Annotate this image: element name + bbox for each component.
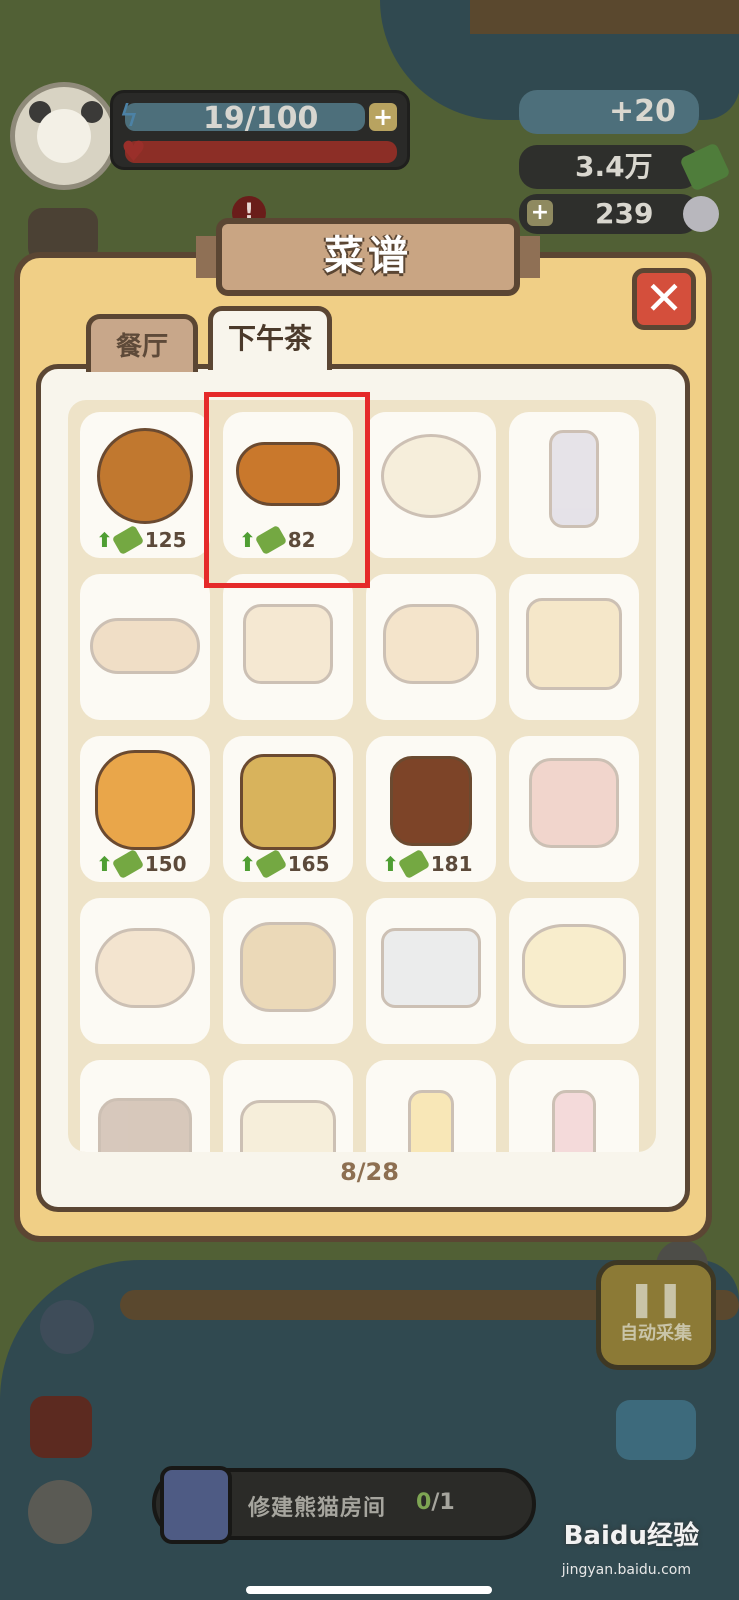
bamboo-icon (397, 848, 431, 880)
task-document-icon (160, 1466, 232, 1544)
recipe-cell[interactable] (509, 898, 639, 1044)
blueberry-cup-icon (381, 928, 481, 1008)
cookie-bag-icon (95, 750, 195, 850)
recipe-cell[interactable] (509, 412, 639, 558)
bamboo-rate-value: +20 (609, 94, 676, 129)
pearl-counter: + 239 (519, 194, 719, 234)
recipe-cell[interactable] (223, 1060, 353, 1152)
close-icon: ✕ (644, 271, 684, 325)
auto-collect-button[interactable]: ❚❚ 自动采集 (596, 1260, 716, 1370)
pancake-stack-icon (243, 604, 333, 684)
add-pearl-button[interactable]: + (527, 200, 553, 226)
recipe-cell[interactable] (223, 574, 353, 720)
add-energy-button[interactable]: + (369, 103, 397, 131)
bamboo-icon (111, 524, 145, 556)
recipe-cell[interactable] (509, 1060, 639, 1152)
recipe-price: ⬆ 150 (96, 848, 187, 880)
recipe-cell[interactable] (509, 574, 639, 720)
bamboo-total-value: 3.4万 (575, 150, 653, 183)
recipe-cell[interactable] (80, 1060, 210, 1152)
dumpling-bun-icon (381, 434, 481, 518)
task-progress: 0/1 (416, 1490, 455, 1515)
whistle-icon[interactable] (616, 1400, 696, 1460)
recipe-price: ⬆ 165 (239, 848, 330, 880)
bamboo-rate-badge: +20 (519, 90, 699, 134)
donut-icon (97, 428, 193, 524)
modal-title: 菜谱 (324, 233, 412, 279)
task-done: 0 (416, 1490, 432, 1515)
energy-value: 19/100 (203, 101, 319, 136)
baidu-watermark: Baidu经验 (563, 1521, 699, 1551)
pearl-value: 239 (595, 197, 654, 230)
paw-icon[interactable] (28, 1480, 92, 1544)
pause-icon: ❚❚ (627, 1279, 685, 1319)
recipe-cell[interactable] (366, 1060, 496, 1152)
pearl-icon (683, 196, 719, 232)
recipe-cell[interactable] (80, 898, 210, 1044)
task-bar[interactable]: 修建熊猫房间 0/1 (152, 1466, 536, 1544)
recipe-price-value: 150 (144, 852, 187, 876)
chocolate-cake-icon (98, 1098, 192, 1152)
tab-afternoon-tea-label: 下午茶 (227, 322, 312, 355)
lemon-cake-icon (522, 924, 626, 1008)
berry-tart-icon (240, 1100, 336, 1152)
bamboo-total-counter: 3.4万 (519, 142, 731, 192)
panda-avatar[interactable] (10, 82, 118, 190)
lightning-icon: ϟ (119, 99, 139, 134)
bamboo-icon (111, 848, 145, 880)
task-label: 修建熊猫房间 (248, 1496, 387, 1521)
tab-restaurant[interactable]: 餐厅 (86, 314, 198, 372)
magnifier-icon[interactable] (40, 1300, 94, 1354)
cherry-chocolate-cake-icon (390, 756, 472, 846)
recipe-cell[interactable] (80, 574, 210, 720)
wrapped-cake-icon (526, 598, 622, 690)
highlight-box (204, 392, 370, 588)
modal-title-plate: 菜谱 (196, 218, 540, 296)
orange-juice-icon (408, 1090, 454, 1152)
recipe-cell[interactable]: ⬆ 150 (80, 736, 210, 882)
home-indicator[interactable] (246, 1586, 492, 1594)
arrow-up-icon: ⬆ (96, 528, 113, 552)
tab-afternoon-tea[interactable]: 下午茶 (208, 306, 332, 370)
page-indicator: 8/28 (340, 1158, 399, 1186)
recipe-cell[interactable]: ⬆ 165 (223, 736, 353, 882)
recipe-cell[interactable]: ⬆ 181 (366, 736, 496, 882)
auto-collect-label: 自动采集 (620, 1323, 692, 1344)
blueberry-pudding-icon (383, 604, 479, 684)
energy-bar: ϟ ♥ 19/100 + (110, 90, 410, 170)
baguette-trio-icon (90, 618, 200, 674)
recipe-cell[interactable] (366, 574, 496, 720)
tab-restaurant-label: 餐厅 (115, 332, 168, 362)
fruit-tart-icon (240, 922, 336, 1012)
recipe-price-value: 125 (144, 528, 187, 552)
heart-icon: ♥ (121, 135, 147, 168)
recipe-price-value: 181 (430, 852, 473, 876)
arrow-up-icon: ⬆ (239, 852, 256, 876)
arrow-up-icon: ⬆ (96, 852, 113, 876)
baidu-watermark-url: jingyan.baidu.com (561, 1562, 691, 1578)
backpack-icon[interactable] (30, 1396, 92, 1458)
task-total: /1 (431, 1490, 455, 1515)
strawberry-roll-icon (95, 928, 195, 1008)
recipe-price-value: 165 (287, 852, 330, 876)
recipe-price: ⬆ 125 (96, 524, 187, 556)
bamboo-icon (254, 848, 288, 880)
cream-cake-icon (529, 758, 619, 848)
recipe-cell[interactable] (366, 412, 496, 558)
recipe-cell[interactable] (223, 898, 353, 1044)
mango-cake-icon (240, 754, 336, 850)
close-button[interactable]: ✕ (632, 268, 696, 330)
strawberry-milk-icon (552, 1090, 596, 1152)
recipe-cell[interactable] (509, 736, 639, 882)
recipe-cell[interactable]: ⬆ 125 (80, 412, 210, 558)
arrow-up-icon: ⬆ (382, 852, 399, 876)
recipe-cell[interactable] (366, 898, 496, 1044)
recipe-price: ⬆ 181 (382, 848, 473, 880)
flower-jar-icon (549, 430, 599, 528)
